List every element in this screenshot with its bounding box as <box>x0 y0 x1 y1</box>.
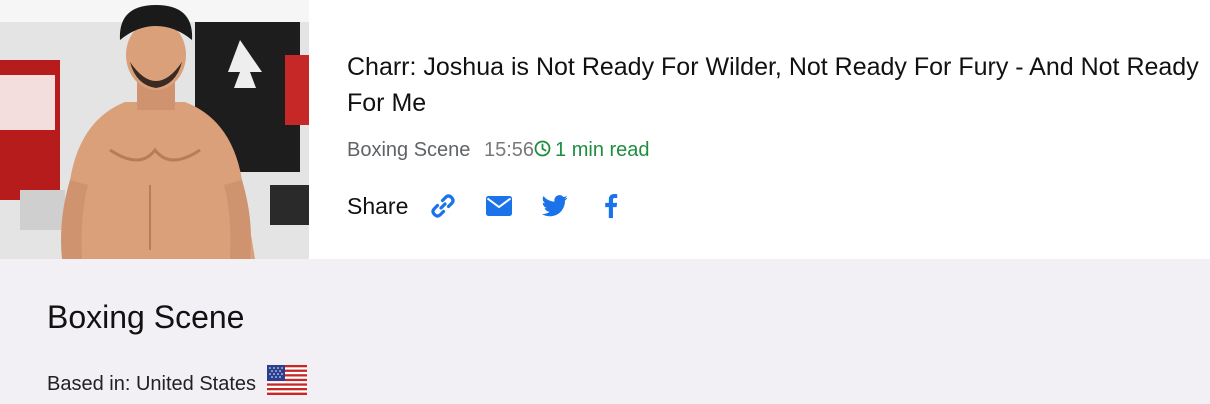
source-info-panel: Boxing Scene Based in: United States <box>0 259 1210 404</box>
boxer-photo-icon <box>0 0 309 259</box>
share-label: Share <box>347 192 409 219</box>
share-bar: Share <box>347 188 652 224</box>
copy-link-button[interactable] <box>428 191 458 221</box>
facebook-icon <box>605 194 618 218</box>
article-source: Boxing Scene <box>347 139 471 161</box>
source-name[interactable]: Boxing Scene <box>47 297 244 337</box>
facebook-share-button[interactable] <box>596 191 626 221</box>
based-in-label: Based in: United States <box>47 372 257 395</box>
read-time: 1 min read <box>534 139 650 161</box>
twitter-share-button[interactable] <box>540 191 570 221</box>
twitter-icon <box>542 195 568 217</box>
email-share-button[interactable] <box>484 191 514 221</box>
source-location: Based in: United States <box>47 365 308 402</box>
clock-icon <box>534 138 551 164</box>
envelope-icon <box>486 196 513 216</box>
article-title[interactable]: Charr: Joshua is Not Ready For Wilder, N… <box>347 49 1207 121</box>
article-meta: Boxing Scene 15:56 1 min read <box>347 137 650 164</box>
us-flag-icon <box>267 365 308 402</box>
article-thumbnail[interactable] <box>0 0 309 259</box>
page: Charr: Joshua is Not Ready For Wilder, N… <box>0 0 1210 404</box>
link-icon <box>431 194 455 218</box>
article-time: 15:56 <box>483 139 535 161</box>
read-time-label: 1 min read <box>555 139 650 161</box>
article-card[interactable]: Charr: Joshua is Not Ready For Wilder, N… <box>0 0 1210 259</box>
